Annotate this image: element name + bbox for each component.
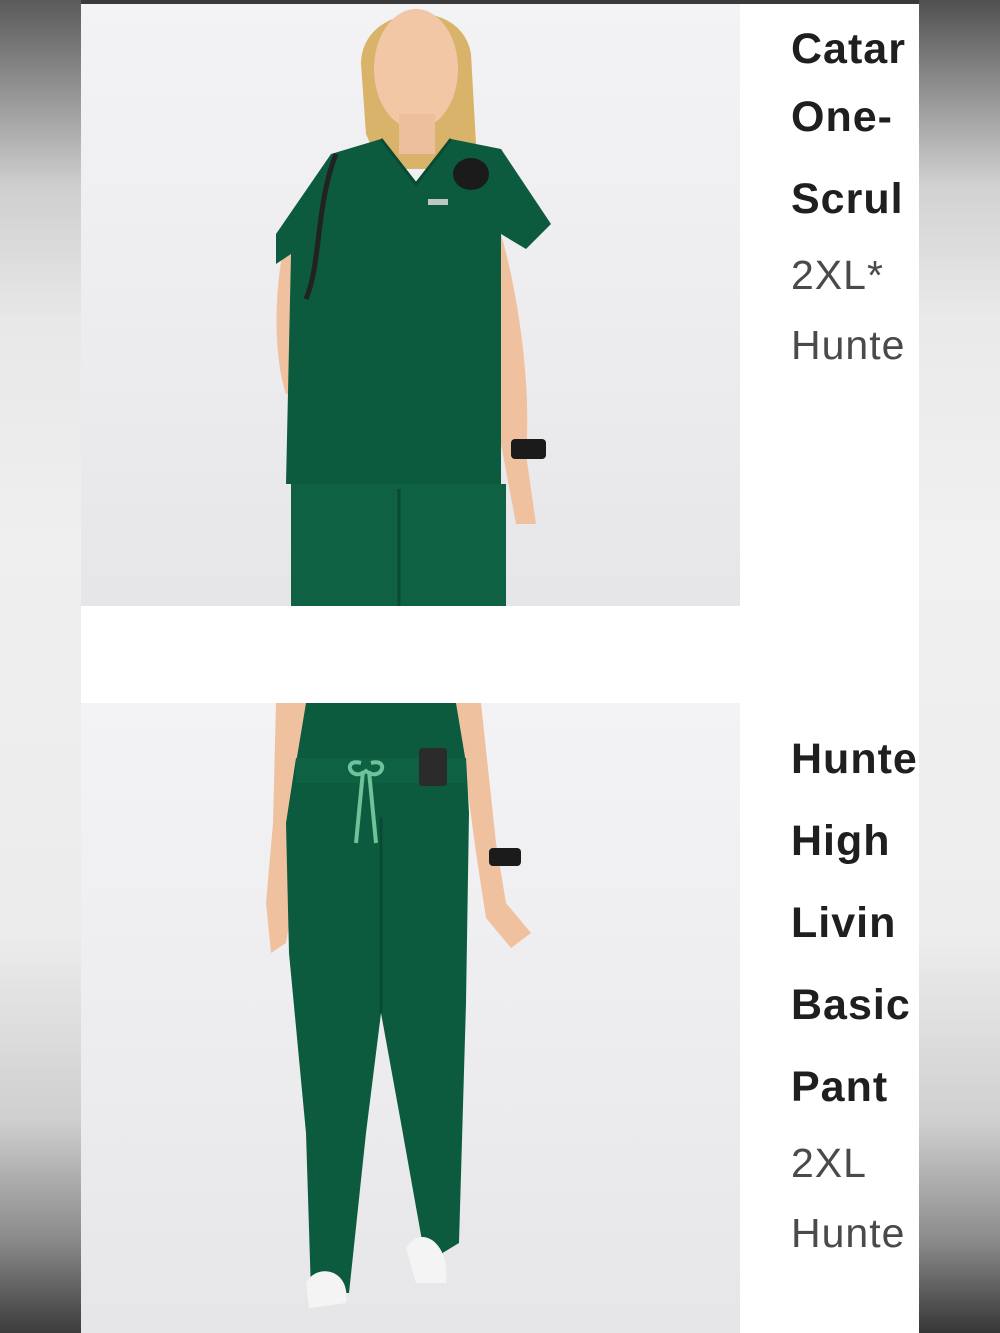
product-info-scrub-pants[interactable]: Hunte High Livin Basic Pant 2XL Hunte: [791, 718, 919, 1268]
blurred-left-border: [0, 0, 81, 1333]
product-title-line[interactable]: Scrul: [791, 158, 919, 240]
scrub-pants-illustration: [266, 703, 531, 1308]
product-title-line[interactable]: One-: [791, 76, 919, 158]
product-title-line[interactable]: Catar: [791, 22, 919, 76]
product-image-scrub-top[interactable]: [81, 4, 740, 606]
scrub-top-illustration: [276, 9, 551, 606]
product-title-line[interactable]: Livin: [791, 882, 919, 964]
product-title-line[interactable]: High: [791, 800, 919, 882]
product-color: Hunte: [791, 322, 906, 368]
product-title-line[interactable]: Basic: [791, 964, 919, 1046]
product-title-line[interactable]: Hunte: [791, 718, 919, 800]
product-size: 2XL: [791, 1140, 867, 1186]
product-color: Hunte: [791, 1210, 906, 1256]
product-size: 2XL*: [791, 252, 884, 298]
product-image-scrub-pants[interactable]: [81, 703, 740, 1333]
product-title-line[interactable]: Pant: [791, 1046, 919, 1128]
product-info-scrub-top[interactable]: Catar One- Scrul 2XL* Hunte: [791, 22, 919, 380]
blurred-right-border: [919, 0, 1000, 1333]
product-list[interactable]: Catar One- Scrul 2XL* Hunte Hunte High L…: [81, 0, 919, 1333]
section-gap: [81, 606, 740, 703]
